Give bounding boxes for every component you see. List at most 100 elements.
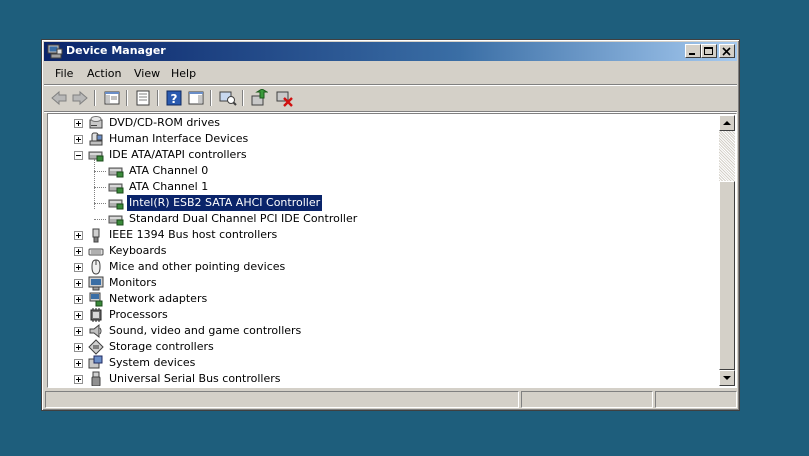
expand-toggle[interactable] <box>74 375 83 384</box>
down-arrow-icon <box>723 376 731 380</box>
tree-node[interactable]: Standard Dual Channel PCI IDE Controller <box>49 211 709 227</box>
usb-icon <box>91 371 101 386</box>
menu-view[interactable]: View <box>134 67 160 80</box>
toolbar-separator <box>157 90 159 106</box>
mouse-icon <box>91 259 101 275</box>
tree-connector <box>94 187 106 188</box>
tree-node[interactable]: Network adapters <box>49 291 709 307</box>
toolbar-separator <box>242 90 244 106</box>
expand-toggle[interactable] <box>74 119 83 128</box>
keyboard-icon <box>88 248 104 256</box>
tree-node-label[interactable]: Standard Dual Channel PCI IDE Controller <box>127 211 359 227</box>
tree-node[interactable]: Processors <box>49 307 709 323</box>
status-bar <box>44 390 737 409</box>
scroll-up-button[interactable] <box>719 115 735 131</box>
menu-file[interactable]: File <box>55 67 73 80</box>
tree-node-label[interactable]: ATA Channel 0 <box>127 163 210 179</box>
network-adapter-icon <box>89 292 103 307</box>
device-manager-window: Device Manager File Action View Help ? D… <box>41 39 740 411</box>
expand-toggle[interactable] <box>74 231 83 240</box>
tree-node-label[interactable]: Storage controllers <box>107 339 216 355</box>
tree-node[interactable]: ATA Channel 1 <box>49 179 709 195</box>
tree-node-label[interactable]: Keyboards <box>107 243 168 259</box>
vertical-scrollbar[interactable] <box>719 115 735 386</box>
expand-toggle[interactable] <box>74 311 83 320</box>
update-driver-icon[interactable] <box>250 89 268 107</box>
tree-node-label[interactable]: Human Interface Devices <box>107 131 250 147</box>
status-panel-main <box>45 391 519 408</box>
tree-node[interactable]: IDE ATA/ATAPI controllers <box>49 147 709 163</box>
tree-connector <box>94 171 106 172</box>
menu-action[interactable]: Action <box>87 67 121 80</box>
tree-node-label[interactable]: DVD/CD-ROM drives <box>107 115 222 131</box>
scroll-down-button[interactable] <box>719 370 735 386</box>
storage-controller-icon <box>88 339 104 355</box>
expand-toggle[interactable] <box>74 359 83 368</box>
tree-node[interactable]: IEEE 1394 Bus host controllers <box>49 227 709 243</box>
window-title: Device Manager <box>66 44 166 57</box>
expand-toggle[interactable] <box>74 327 83 336</box>
up-arrow-icon <box>723 121 731 125</box>
tree-node-label[interactable]: Network adapters <box>107 291 209 307</box>
expand-toggle[interactable] <box>74 247 83 256</box>
close-button[interactable] <box>719 44 735 58</box>
show-action-pane-icon[interactable] <box>187 89 205 107</box>
ide-controller-icon <box>88 151 104 162</box>
tree-node[interactable]: Sound, video and game controllers <box>49 323 709 339</box>
tree-node-label[interactable]: Intel(R) ESB2 SATA AHCI Controller <box>125 194 324 212</box>
monitor-icon <box>88 276 104 291</box>
expand-toggle[interactable] <box>74 135 83 144</box>
tree-connector <box>94 219 106 220</box>
expand-toggle[interactable] <box>74 295 83 304</box>
expand-toggle[interactable] <box>74 279 83 288</box>
forward-arrow-icon[interactable] <box>71 89 89 107</box>
scroll-thumb[interactable] <box>719 181 735 370</box>
tree-node[interactable]: Intel(R) ESB2 SATA AHCI Controller <box>49 194 709 212</box>
tree-node[interactable]: Monitors <box>49 275 709 291</box>
ieee1394-icon <box>92 228 100 243</box>
menu-help[interactable]: Help <box>171 67 196 80</box>
tree-node-label[interactable]: Mice and other pointing devices <box>107 259 287 275</box>
back-arrow-icon[interactable] <box>50 89 68 107</box>
show-hide-console-tree-icon[interactable] <box>103 89 121 107</box>
properties-icon[interactable] <box>134 89 152 107</box>
minimize-button[interactable] <box>685 44 701 58</box>
tree-node-label[interactable]: IDE ATA/ATAPI controllers <box>107 147 249 163</box>
menu-bar: File Action View Help <box>44 63 737 83</box>
help-icon[interactable]: ? <box>165 89 183 107</box>
tree-node-label[interactable]: Sound, video and game controllers <box>107 323 303 339</box>
device-tree-pane: DVD/CD-ROM drives Human Interface Devices… <box>47 113 737 388</box>
expand-toggle[interactable] <box>74 263 83 272</box>
maximize-button[interactable] <box>701 44 717 58</box>
uninstall-device-icon[interactable] <box>275 89 293 107</box>
tree-node[interactable]: Mice and other pointing devices <box>49 259 709 275</box>
hid-icon <box>89 132 103 146</box>
tree-node-label[interactable]: Monitors <box>107 275 159 291</box>
tree-connector <box>94 203 106 204</box>
tree-node[interactable]: Human Interface Devices <box>49 131 709 147</box>
device-tree: DVD/CD-ROM drives Human Interface Devices… <box>49 115 719 386</box>
tree-node-label[interactable]: Processors <box>107 307 170 323</box>
expand-toggle[interactable] <box>74 343 83 352</box>
tree-node[interactable]: Universal Serial Bus controllers <box>49 371 709 386</box>
title-bar[interactable]: Device Manager <box>44 42 737 61</box>
status-panel-2 <box>521 391 653 408</box>
tree-node-label[interactable]: System devices <box>107 355 197 371</box>
tree-node[interactable]: Storage controllers <box>49 339 709 355</box>
status-panel-3 <box>655 391 737 408</box>
tree-node[interactable]: System devices <box>49 355 709 371</box>
tree-node-label[interactable]: IEEE 1394 Bus host controllers <box>107 227 279 243</box>
toolbar-separator <box>126 90 128 106</box>
ide-controller-icon <box>108 167 124 178</box>
tree-node[interactable]: DVD/CD-ROM drives <box>49 115 709 131</box>
tree-connector <box>94 159 95 209</box>
tree-node-label[interactable]: ATA Channel 1 <box>127 179 210 195</box>
tree-node[interactable]: Keyboards <box>49 243 709 259</box>
tree-node[interactable]: ATA Channel 0 <box>49 163 709 179</box>
tree-node-label[interactable]: Universal Serial Bus controllers <box>107 371 282 386</box>
scan-hardware-icon[interactable] <box>219 89 237 107</box>
device-manager-icon <box>47 44 63 59</box>
toolbar-separator <box>210 90 212 106</box>
system-devices-icon <box>88 355 103 369</box>
collapse-toggle[interactable] <box>74 151 83 160</box>
